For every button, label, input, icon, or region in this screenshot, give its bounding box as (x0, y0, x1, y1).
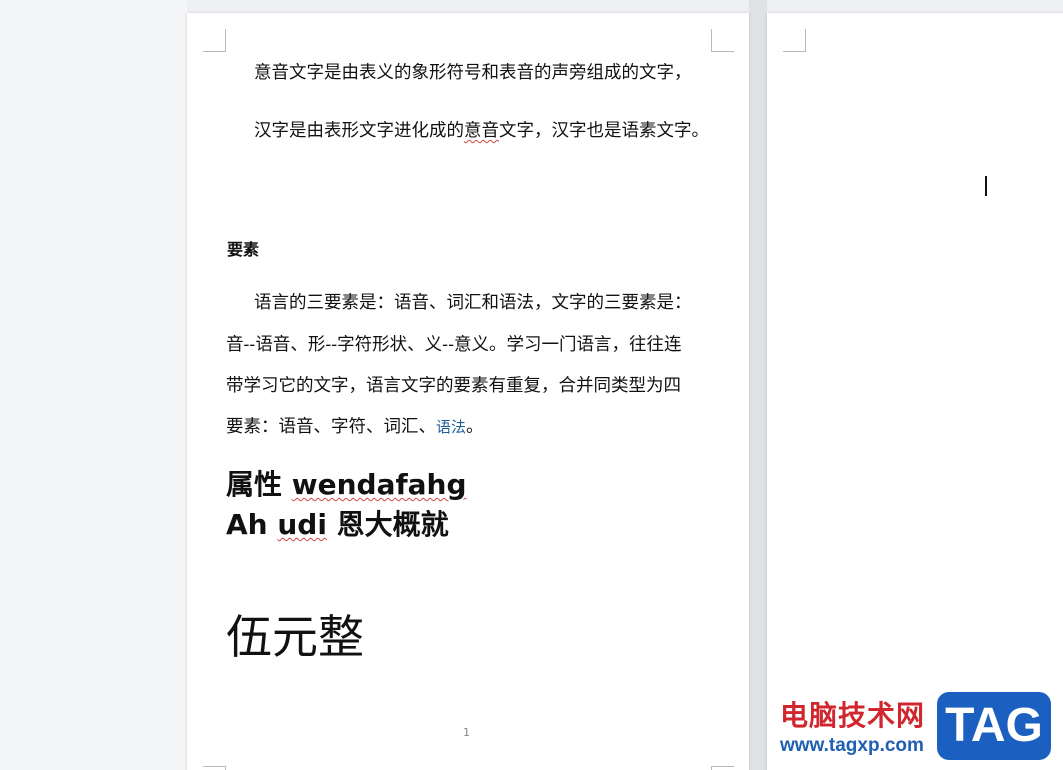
watermark-logo-badge: TAG (937, 692, 1051, 760)
large-text-line-2[interactable]: Ah udi 恩大概就 (226, 503, 449, 543)
spellcheck-marked-word[interactable]: 意音 (464, 121, 499, 141)
paragraph-2-line-3[interactable]: 带学习它的文字，语言文字的要素有重复，合并同类型为四 (226, 372, 681, 397)
spellcheck-marked-word[interactable]: udi (277, 508, 327, 541)
page-number: 1 (463, 726, 470, 739)
section-heading[interactable]: 要素 (227, 236, 259, 260)
spellcheck-marked-word[interactable]: wendafahg (292, 468, 467, 501)
text-cursor (985, 176, 987, 196)
watermark-url: www.tagxp.com (780, 735, 924, 756)
text-run: 汉字是由表形文字进化成的 (254, 121, 464, 141)
paragraph-2-line-2[interactable]: 音--语音、形--字符形状、义--意义。学习一门语言，往往连 (226, 331, 681, 356)
text-run: 要素：语音、字符、词汇、 (226, 417, 436, 437)
text-run: 文字，汉字也是语素文字。 (499, 121, 709, 141)
large-text-line-1[interactable]: 属性 wendafahg (226, 463, 467, 503)
text-run: 恩大概就 (326, 508, 449, 541)
text-run: Ah (226, 508, 278, 541)
document-page-1[interactable]: 意音文字是由表义的象形符号和表音的声旁组成的文字， 汉字是由表形文字进化成的意音… (187, 13, 749, 770)
document-workspace: 意音文字是由表义的象形符号和表音的声旁组成的文字， 汉字是由表形文字进化成的意音… (0, 0, 1063, 770)
styled-word[interactable]: 语法 (436, 418, 466, 436)
corner-mark-bottom-left (203, 766, 226, 770)
corner-mark-top-left (203, 29, 226, 52)
paragraph-1-line-1[interactable]: 意音文字是由表义的象形符号和表音的声旁组成的文字， (254, 59, 692, 84)
paragraph-2-line-1[interactable]: 语言的三要素是：语音、词汇和语法，文字的三要素是： (254, 289, 692, 314)
text-run: 属性 (226, 468, 292, 501)
text-run: 。 (466, 417, 484, 437)
paragraph-1-line-2[interactable]: 汉字是由表形文字进化成的意音文字，汉字也是语素文字。 (254, 117, 709, 142)
corner-mark-bottom-right (711, 766, 734, 770)
watermark-site-name: 电脑技术网 (780, 699, 926, 732)
corner-mark-top-left (783, 29, 806, 52)
document-page-2[interactable] (767, 13, 1063, 770)
corner-mark-top-right (711, 29, 734, 52)
huge-text-line[interactable]: 伍元整 (226, 601, 364, 667)
left-margin-area (0, 0, 187, 770)
watermark-logo-text: TAG (945, 699, 1043, 752)
page-gap (749, 0, 767, 770)
paragraph-2-line-4[interactable]: 要素：语音、字符、词汇、语法。 (226, 413, 484, 438)
